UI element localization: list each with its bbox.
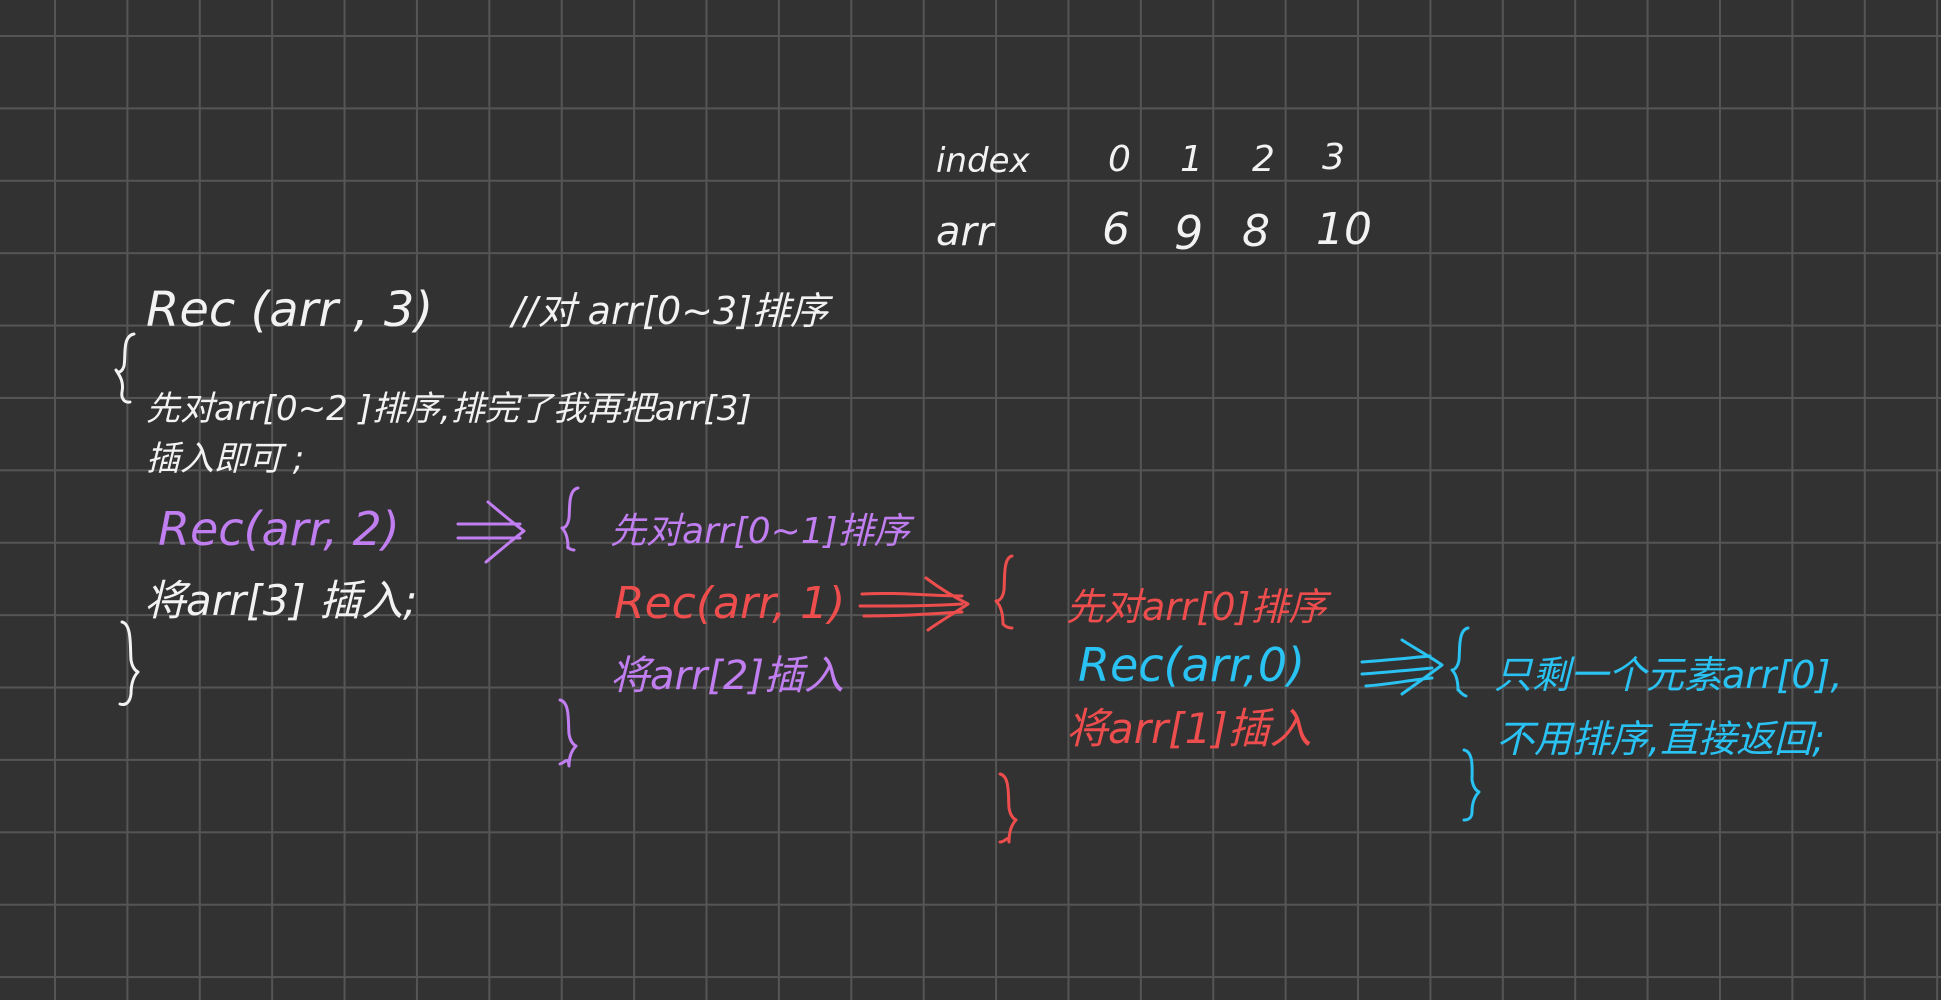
purple-brace-open-icon: [560, 486, 580, 552]
index-label: index: [936, 141, 1030, 181]
blue-brace-open-icon: [1450, 626, 1470, 698]
blue-arrow-icon: [1360, 638, 1444, 696]
rec2-step1: 先对arr[0~1]排序: [610, 511, 910, 552]
rec3-step2: 将arr[3] 插入;: [144, 576, 418, 625]
purple-arrow-icon: [456, 500, 526, 564]
purple-brace-close-icon: [558, 698, 578, 768]
rec3-step1-line1: 先对arr[0~2 ]排序,排完了我再把arr[3]: [146, 389, 752, 429]
rec1-step2: 将arr[1]插入: [1066, 704, 1312, 753]
rec2-step2: 将arr[2]插入: [610, 653, 845, 699]
blue-brace-close-icon: [1462, 748, 1481, 822]
index-value-0: 0: [1108, 139, 1131, 180]
rec-call-0: Rec(arr,0): [1078, 638, 1306, 692]
red-brace-open-icon: [994, 554, 1014, 630]
rec1-step1: 先对arr[0]排序: [1066, 585, 1327, 629]
index-value-3: 3: [1322, 137, 1345, 178]
red-brace-close-icon: [998, 772, 1018, 844]
rec0-line2: 不用排序,直接返回;: [1496, 717, 1825, 761]
arr-value-2: 8: [1242, 206, 1270, 257]
rec-call-1: Rec(arr, 1): [614, 578, 846, 629]
index-value-1: 1: [1180, 139, 1203, 180]
rec-call-3: Rec (arr , 3): [146, 282, 434, 338]
white-brace-close-icon: [118, 620, 140, 706]
index-value-2: 2: [1252, 139, 1275, 180]
arr-value-1: 9: [1174, 206, 1204, 260]
arr-value-0: 6: [1102, 204, 1130, 255]
rec-comment-3: //对 arr[0~3]排序: [512, 289, 829, 333]
white-brace-open-icon: [114, 332, 136, 404]
rec0-line1: 只剩一个元素arr[0],: [1494, 653, 1843, 697]
arr-value-3: 10: [1316, 204, 1372, 255]
red-arrow-icon: [858, 576, 970, 632]
whiteboard: index 0 1 2 3 arr 6 9 8 10 Rec (arr , 3)…: [0, 0, 1941, 1000]
rec3-step1-line2: 插入即可 ;: [146, 439, 305, 479]
arr-label: arr: [936, 209, 994, 255]
rec-call-2: Rec(arr, 2): [158, 502, 400, 556]
